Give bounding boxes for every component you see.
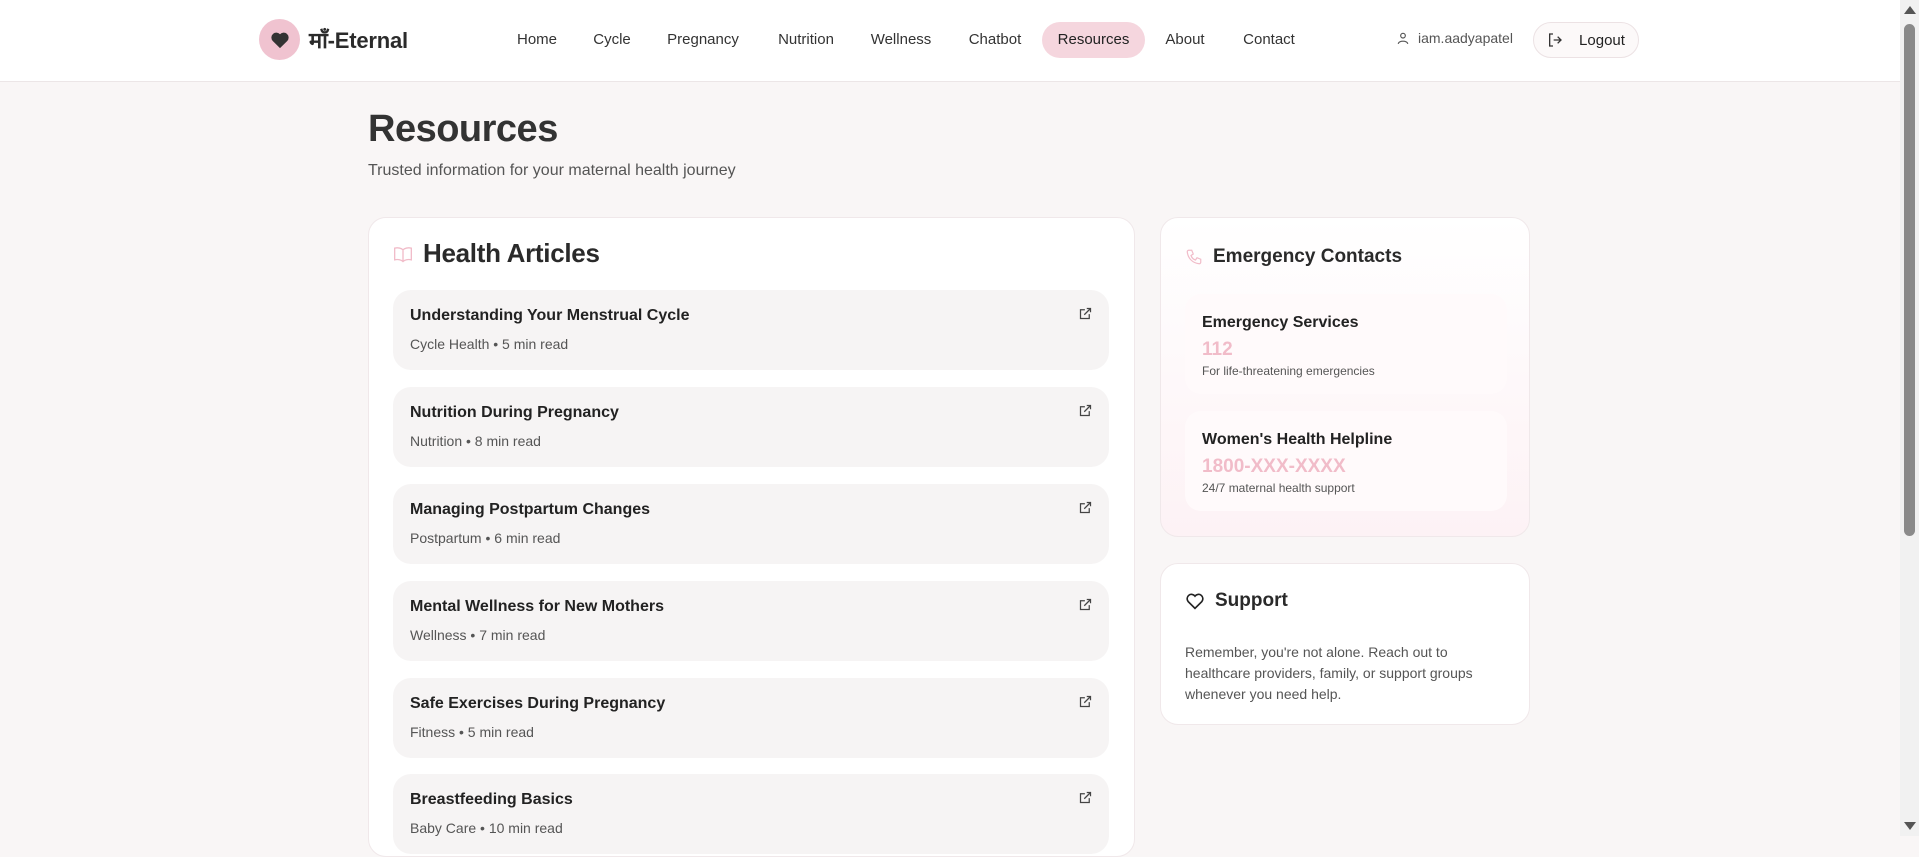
contact-item[interactable]: Emergency Services 112 For life-threaten… [1185,294,1507,394]
external-link-icon[interactable] [1078,790,1093,805]
support-text: Remember, you're not alone. Reach out to… [1185,644,1473,702]
article-meta: Fitness • 5 min read [410,724,534,740]
article-title: Mental Wellness for New Mothers [410,598,664,615]
article-meta: Wellness • 7 min read [410,627,546,643]
contact-description: For life-threatening emergencies [1202,364,1375,378]
support-title: Support [1215,590,1288,611]
article-title: Nutrition During Pregnancy [410,404,619,421]
contact-name: Emergency Services [1202,314,1359,331]
emergency-contacts-title: Emergency Contacts [1213,246,1403,267]
user-profile[interactable]: iam.aadyapatel [1396,30,1513,46]
page-scrollbar[interactable] [1900,0,1919,836]
page-subtitle: Trusted information for your maternal he… [368,162,736,179]
nav-item-chatbot[interactable]: Chatbot [958,22,1032,58]
brand-name: माँ-Eternal [309,27,408,53]
emergency-contacts-header: Emergency Contacts [1185,246,1402,268]
article-item[interactable]: Understanding Your Menstrual Cycle Cycle… [393,290,1109,370]
external-link-icon[interactable] [1078,403,1093,418]
scroll-thumb[interactable] [1904,24,1915,536]
health-articles-header: Health Articles [393,238,600,269]
nav-item-home[interactable]: Home [500,22,574,58]
contact-item[interactable]: Women's Health Helpline 1800-XXX-XXXX 24… [1185,411,1507,511]
article-meta: Baby Care • 10 min read [410,820,563,836]
nav-item-cycle[interactable]: Cycle [580,22,644,58]
article-title: Understanding Your Menstrual Cycle [410,307,690,324]
logout-button[interactable]: Logout [1533,22,1639,58]
brand-logo[interactable]: माँ-Eternal [259,19,408,60]
health-articles-title: Health Articles [423,238,600,268]
article-item[interactable]: Breastfeeding Basics Baby Care • 10 min … [393,774,1109,854]
article-item[interactable]: Safe Exercises During Pregnancy Fitness … [393,678,1109,758]
article-meta: Nutrition • 8 min read [410,433,541,449]
heart-outline-icon [1186,593,1204,610]
article-title: Managing Postpartum Changes [410,501,651,518]
user-icon [1397,32,1409,45]
emergency-contacts-card: Emergency Contacts Emergency Services 11… [1160,217,1530,537]
article-meta: Cycle Health • 5 min read [410,336,569,352]
heart-icon [259,19,300,60]
support-card: Support Remember, you're not alone. Reac… [1160,563,1530,725]
external-link-icon[interactable] [1078,597,1093,612]
health-articles-card: Health Articles Understanding Your Menst… [368,217,1135,857]
scroll-down-arrow-icon[interactable] [1904,822,1916,830]
top-navbar: माँ-Eternal Home Cycle Pregnancy Nutriti… [0,0,1900,82]
external-link-icon[interactable] [1078,306,1093,321]
nav-item-contact[interactable]: Contact [1232,22,1306,58]
logout-icon [1549,33,1562,47]
nav-item-nutrition[interactable]: Nutrition [766,22,846,58]
article-item[interactable]: Mental Wellness for New Mothers Wellness… [393,581,1109,661]
username: iam.aadyapatel [1418,30,1513,46]
article-item[interactable]: Managing Postpartum Changes Postpartum •… [393,484,1109,564]
article-title: Safe Exercises During Pregnancy [410,695,666,712]
page-title: Resources [368,108,558,150]
contact-description: 24/7 maternal health support [1202,481,1355,495]
book-open-icon [394,246,412,262]
logout-label: Logout [1579,31,1625,49]
contact-phone[interactable]: 112 [1202,339,1233,361]
external-link-icon[interactable] [1078,694,1093,709]
contact-phone[interactable]: 1800-XXX-XXXX [1202,456,1346,478]
nav-item-pregnancy[interactable]: Pregnancy [654,22,752,58]
article-meta: Postpartum • 6 min read [410,530,561,546]
contact-name: Women's Health Helpline [1202,431,1393,448]
article-title: Breastfeeding Basics [410,791,573,808]
article-item[interactable]: Nutrition During Pregnancy Nutrition • 8… [393,387,1109,467]
external-link-icon[interactable] [1078,500,1093,515]
nav-item-wellness[interactable]: Wellness [860,22,942,58]
nav-item-about[interactable]: About [1153,22,1217,58]
scroll-up-arrow-icon[interactable] [1904,6,1916,14]
support-header: Support [1185,590,1288,612]
nav-item-resources[interactable]: Resources [1042,22,1145,58]
phone-icon [1186,249,1202,265]
